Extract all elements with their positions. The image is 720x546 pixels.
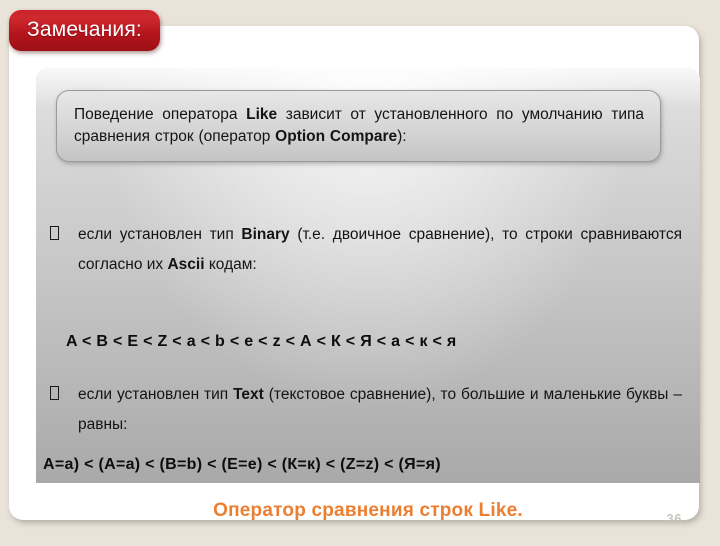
content-panel: Поведение оператора Like зависит от уста… bbox=[36, 68, 700, 483]
callout-keyword-option-compare: Option Compare bbox=[275, 128, 398, 145]
callout-keyword-like: Like bbox=[246, 106, 278, 123]
callout-text-part3: ): bbox=[397, 128, 407, 145]
formula-ascii-wrapper: A < B < E < Z < a < b < e < z < А < К < … bbox=[36, 333, 700, 351]
callout-text-part1: Поведение оператора bbox=[74, 106, 247, 123]
bullet-item-text: если установлен тип Text (текстовое срав… bbox=[36, 380, 700, 440]
bullet-text-part1: если установлен тип bbox=[78, 386, 234, 403]
notes-title-label: Замечания: bbox=[27, 18, 142, 41]
bullet-group-binary: если установлен тип Binary (т.е. двоично… bbox=[36, 220, 700, 280]
bullet-keyword-text: Text bbox=[233, 386, 264, 403]
bullet-binary-part1: если установлен тип bbox=[78, 226, 242, 243]
bullet-text-binary: если установлен тип Binary (т.е. двоично… bbox=[78, 220, 682, 280]
formula-equality-order: A=a) < (А=а) < (B=b) < (E=e) < (К=к) < (… bbox=[43, 456, 441, 473]
bullet-marker-box-icon bbox=[50, 386, 59, 400]
formula-equal-wrapper: A=a) < (А=а) < (B=b) < (E=e) < (К=к) < (… bbox=[36, 456, 700, 474]
page-number: 36 bbox=[666, 511, 682, 526]
slide-footer: Оператор сравнения строк Like. 36 bbox=[36, 483, 700, 546]
footer-title: Оператор сравнения строк Like. bbox=[213, 500, 523, 521]
formula-ascii-order: A < B < E < Z < a < b < e < z < А < К < … bbox=[66, 333, 457, 350]
callout-text: Поведение оператора Like зависит от уста… bbox=[74, 104, 644, 148]
notes-title-badge: Замечания: bbox=[9, 10, 160, 52]
bullet-group-text: если установлен тип Text (текстовое срав… bbox=[36, 380, 700, 440]
callout-box: Поведение оператора Like зависит от уста… bbox=[56, 90, 661, 162]
bullet-keyword-ascii: Ascii bbox=[167, 256, 205, 274]
slide-root: Поведение оператора Like зависит от уста… bbox=[0, 0, 720, 540]
bullet-keyword-binary: Binary bbox=[241, 226, 290, 243]
bullet-item-binary: если установлен тип Binary (т.е. двоично… bbox=[36, 220, 700, 280]
bullet-marker-box-icon bbox=[50, 226, 59, 240]
bullet-text-text: если установлен тип Text (текстовое срав… bbox=[78, 380, 682, 440]
bullet-binary-part3: кодам: bbox=[204, 256, 257, 274]
slide-card-frame: Поведение оператора Like зависит от уста… bbox=[9, 26, 700, 526]
